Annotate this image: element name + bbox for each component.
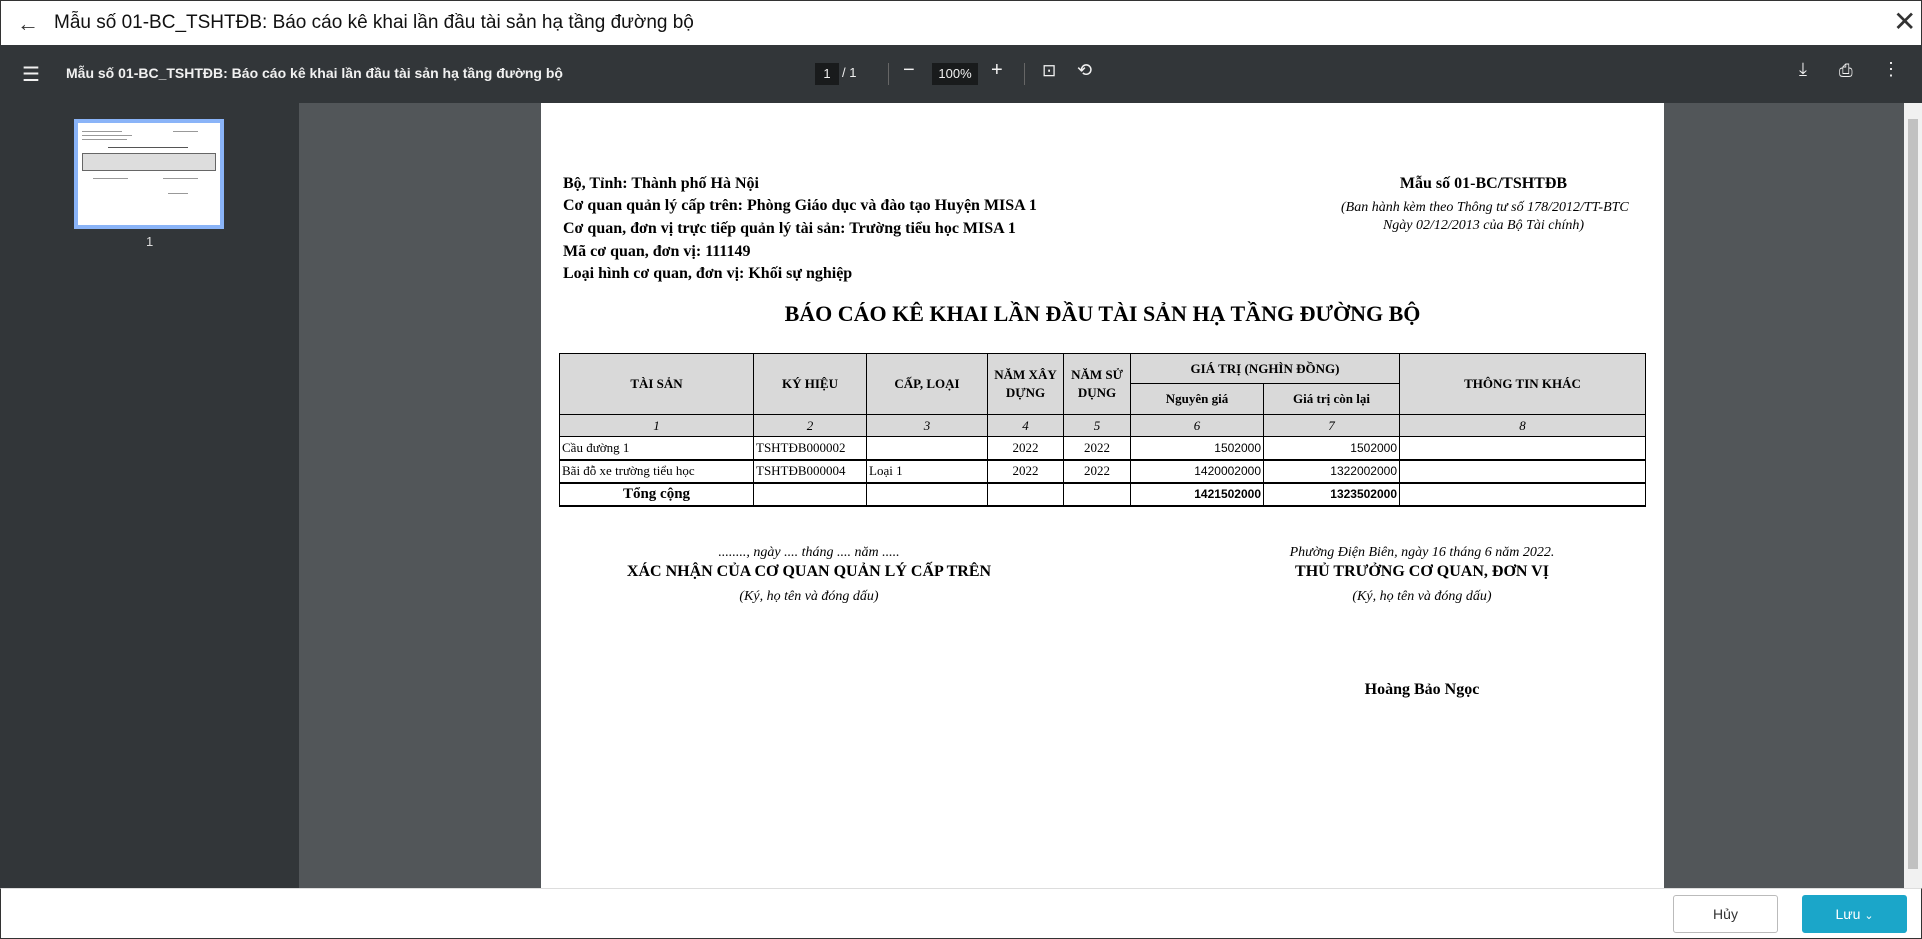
- table-row: Cầu đường 1 TSHTĐB000002 2022 2022 15020…: [559, 436, 1647, 460]
- col-number: 2: [753, 414, 867, 437]
- cell-build-year: 2022: [987, 436, 1064, 460]
- col-number: 4: [987, 414, 1064, 437]
- signer-name: Hoàng Bảo Ngọc: [1364, 681, 1480, 698]
- total-label: Tổng cộng: [559, 482, 754, 507]
- col-header: GIÁ TRỊ (NGHÌN ĐỒNG): [1129, 353, 1401, 384]
- rotate-icon[interactable]: ⟲: [1077, 60, 1092, 81]
- dialog-header: ← Mẫu số 01-BC_TSHTĐB: Báo cáo kê khai l…: [0, 0, 1922, 45]
- form-note: Ngày 02/12/2013 của Bộ Tài chính): [1382, 218, 1585, 233]
- chevron-down-icon: ⌄: [1864, 910, 1874, 922]
- col-header: NĂM SỬ DỤNG: [1063, 353, 1131, 415]
- scrollbar[interactable]: [1904, 103, 1922, 888]
- close-icon[interactable]: ✕: [1893, 5, 1916, 38]
- zoom-out-button[interactable]: −: [903, 59, 915, 82]
- cell-original-value: 1502000: [1130, 436, 1264, 460]
- col-number: 3: [866, 414, 988, 437]
- menu-icon[interactable]: ☰: [22, 62, 40, 87]
- divider: [1024, 63, 1025, 85]
- pdf-title: Mẫu số 01-BC_TSHTĐB: Báo cáo kê khai lần…: [66, 65, 563, 81]
- pdf-page: Bộ, Tỉnh: Thành phố Hà Nội Cơ quan quản …: [541, 103, 1664, 888]
- page-number-input[interactable]: 1: [815, 63, 839, 85]
- col-header: TÀI SẢN: [559, 353, 754, 415]
- divider: [888, 63, 889, 85]
- print-icon[interactable]: ⎙: [1839, 61, 1853, 81]
- scrollbar-thumb[interactable]: [1908, 119, 1918, 869]
- table-row: Bãi đỗ xe trường tiểu học TSHTĐB000004 L…: [559, 459, 1647, 483]
- sig-left-note: (Ký, họ tên và đóng dấu): [739, 589, 879, 604]
- col-header: KÝ HIỆU: [753, 353, 867, 415]
- cell-asset: Bãi đỗ xe trường tiểu học: [559, 459, 754, 483]
- info-line: Cơ quan, đơn vị trực tiếp quản lý tài sả…: [563, 220, 1016, 237]
- cell-original-value: 1420002000: [1130, 459, 1264, 483]
- sig-left-date: ........, ngày .... tháng .... năm .....: [718, 545, 900, 560]
- col-header: Nguyên giá: [1130, 383, 1264, 415]
- fit-page-icon[interactable]: ⊡: [1042, 61, 1056, 81]
- thumbnail-page-label: 1: [146, 234, 154, 249]
- sig-right-note: (Ký, họ tên và đóng dấu): [1352, 589, 1492, 604]
- save-button[interactable]: Lưu ⌄: [1802, 895, 1907, 933]
- col-number: 1: [559, 414, 754, 437]
- more-options-icon[interactable]: ⋮: [1882, 59, 1900, 80]
- total-original-value: 1421502000: [1130, 482, 1264, 507]
- dialog-footer: [0, 888, 1922, 939]
- cell-remaining-value: 1502000: [1262, 436, 1401, 460]
- info-line: Mã cơ quan, đơn vị: 111149: [563, 243, 751, 260]
- sig-left-title: XÁC NHẬN CỦA CƠ QUAN QUẢN LÝ CẤP TRÊN: [626, 563, 992, 580]
- cell-code: TSHTĐB000002: [753, 436, 867, 460]
- page-thumbnail[interactable]: [74, 119, 224, 229]
- col-header: THÔNG TIN KHÁC: [1399, 353, 1647, 415]
- col-number: 6: [1130, 414, 1264, 437]
- cell-build-year: 2022: [987, 459, 1064, 483]
- form-note: (Ban hành kèm theo Thông tư số 178/2012/…: [1341, 200, 1629, 215]
- save-label: Lưu: [1835, 906, 1861, 922]
- cell-grade: Loại 1: [866, 459, 988, 483]
- back-arrow-icon[interactable]: ←: [17, 11, 39, 37]
- total-remaining-value: 1323502000: [1262, 482, 1401, 507]
- cell-remaining-value: 1322002000: [1262, 459, 1401, 483]
- page-total: / 1: [842, 65, 857, 80]
- col-number: 5: [1063, 414, 1131, 437]
- cell-other: [1399, 459, 1647, 483]
- col-header: CẤP, LOẠI: [866, 353, 988, 415]
- download-icon[interactable]: ⤓: [1799, 59, 1807, 80]
- col-number: 7: [1262, 414, 1401, 437]
- cell-use-year: 2022: [1063, 459, 1131, 483]
- zoom-in-button[interactable]: +: [991, 59, 1003, 82]
- report-title: BÁO CÁO KÊ KHAI LẦN ĐẦU TÀI SẢN HẠ TẦNG …: [784, 301, 1421, 326]
- total-row: Tổng cộng 1421502000 1323502000: [559, 482, 1647, 507]
- cell-grade: [866, 436, 988, 460]
- col-header: Giá trị còn lại: [1262, 383, 1401, 415]
- info-line: Loại hình cơ quan, đơn vị: Khối sự nghiệ…: [563, 265, 853, 282]
- asset-table: TÀI SẢN KÝ HIỆU CẤP, LOẠI NĂM XÂY DỰNG N…: [559, 353, 1647, 507]
- sig-right-date: Phường Điện Biên, ngày 16 tháng 6 năm 20…: [1289, 545, 1555, 560]
- cell-other: [1399, 436, 1647, 460]
- col-header: NĂM XÂY DỰNG: [987, 353, 1064, 415]
- pdf-toolbar: ☰ Mẫu số 01-BC_TSHTĐB: Báo cáo kê khai l…: [0, 45, 1922, 103]
- cell-code: TSHTĐB000004: [753, 459, 867, 483]
- zoom-input[interactable]: 100%: [932, 63, 978, 85]
- dialog-title: Mẫu số 01-BC_TSHTĐB: Báo cáo kê khai lần…: [54, 12, 694, 33]
- sig-right-title: THỦ TRƯỞNG CƠ QUAN, ĐƠN VỊ: [1295, 563, 1549, 580]
- info-line: Bộ, Tỉnh: Thành phố Hà Nội: [563, 175, 759, 192]
- col-number: 8: [1399, 414, 1647, 437]
- cell-use-year: 2022: [1063, 436, 1131, 460]
- cell-asset: Cầu đường 1: [559, 436, 754, 460]
- page-total-value: 1: [849, 65, 857, 80]
- info-line: Cơ quan quản lý cấp trên: Phòng Giáo dục…: [563, 197, 1037, 214]
- form-number: Mẫu số 01-BC/TSHTĐB: [1399, 175, 1568, 192]
- cancel-button[interactable]: Hủy: [1673, 895, 1778, 933]
